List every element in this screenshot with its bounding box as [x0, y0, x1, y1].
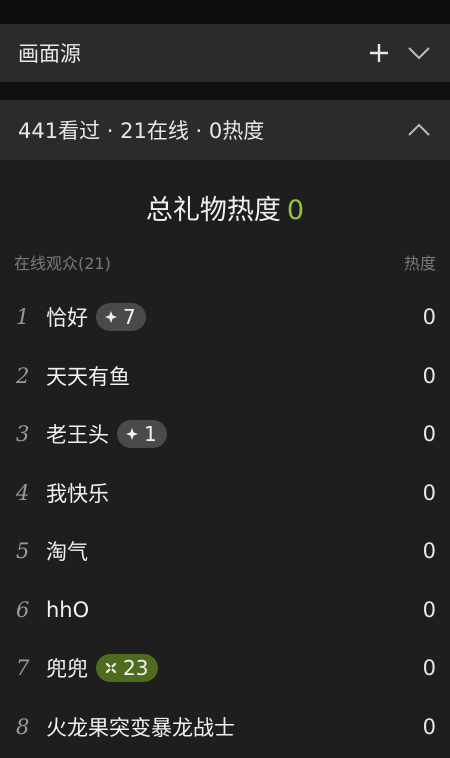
viewer-name[interactable]: 恰好 [46, 302, 88, 332]
viewer-heat: 0 [422, 480, 436, 505]
chevron-down-icon [408, 47, 430, 60]
gift-heat-label: 总礼物热度 [145, 195, 281, 226]
viewer-rank: 2 [16, 363, 30, 388]
viewer-heat: 0 [422, 597, 436, 622]
viewer-rank: 8 [16, 714, 30, 739]
viewer-name[interactable]: 兜兜 [46, 653, 88, 683]
plus-icon [370, 44, 388, 62]
gift-heat-value: 0 [286, 195, 305, 226]
collapse-stats-button[interactable] [406, 117, 432, 143]
list-item[interactable]: 5 淘气 0 [0, 522, 450, 581]
online-audience-header: 在线观众(21) [14, 254, 111, 273]
viewer-heat: 0 [422, 363, 436, 388]
list-item[interactable]: 3 老王头 1 0 [0, 405, 450, 464]
badge-level: 1 [144, 422, 157, 447]
list-item[interactable]: 1 恰好 7 0 [0, 288, 450, 347]
viewer-heat: 0 [422, 539, 436, 564]
viewer-rank: 3 [16, 422, 30, 447]
viewer-rank: 4 [16, 480, 30, 505]
viewer-name[interactable]: 天天有鱼 [46, 361, 130, 391]
audience-panel: 总礼物热度 0 在线观众(21) 热度 1 恰好 7 0 2 天天有鱼 0 3 老王头 1 0 4 我快乐… [0, 160, 450, 758]
viewer-heat: 0 [422, 305, 436, 330]
viewer-heat: 0 [422, 422, 436, 447]
heat-column-header: 热度 [403, 254, 436, 273]
list-item[interactable]: 8 火龙果突变暴龙战士 0 [0, 698, 450, 757]
viewer-heat: 0 [422, 714, 436, 739]
stats-summary: 441看过 · 21在线 · 0热度 [18, 119, 265, 143]
viewer-rank: 7 [16, 656, 30, 681]
expand-source-button[interactable] [406, 40, 432, 66]
stats-panel-header[interactable]: 441看过 · 21在线 · 0热度 [0, 100, 450, 160]
sparkle-cross-icon [105, 663, 117, 674]
add-source-button[interactable] [366, 40, 392, 66]
column-headers: 在线观众(21) 热度 [14, 250, 436, 274]
audience-list: 1 恰好 7 0 2 天天有鱼 0 3 老王头 1 0 4 我快乐 0 5 淘气 0 6 hhO 0 7 兜兜 23 0 8 火龙… [0, 288, 450, 756]
viewer-name[interactable]: 我快乐 [46, 478, 109, 508]
viewer-heat: 0 [422, 656, 436, 681]
source-panel-header[interactable]: 画面源 [0, 24, 450, 82]
viewer-rank: 5 [16, 539, 30, 564]
top-strip [0, 0, 450, 24]
sparkle-icon [126, 428, 138, 441]
fan-level-badge: 7 [96, 303, 146, 332]
source-panel-title: 画面源 [18, 42, 81, 66]
viewer-name[interactable]: hhO [46, 598, 89, 622]
chevron-up-icon [408, 123, 430, 136]
viewer-name[interactable]: 火龙果突变暴龙战士 [46, 712, 235, 742]
list-item[interactable]: 6 hhO 0 [0, 581, 450, 640]
fan-level-badge: 23 [96, 654, 159, 683]
list-item[interactable]: 2 天天有鱼 0 [0, 347, 450, 406]
list-item[interactable]: 4 我快乐 0 [0, 464, 450, 523]
list-item[interactable]: 7 兜兜 23 0 [0, 639, 450, 698]
badge-level: 7 [123, 305, 136, 330]
gift-heat-total: 总礼物热度 0 [0, 188, 450, 227]
viewer-rank: 1 [16, 305, 30, 330]
viewer-name[interactable]: 老王头 [46, 419, 109, 449]
sparkle-icon [105, 311, 117, 324]
fan-level-badge: 1 [117, 420, 167, 449]
badge-level: 23 [123, 656, 149, 681]
source-panel-actions [366, 40, 432, 66]
viewer-rank: 6 [16, 597, 30, 622]
viewer-name[interactable]: 淘气 [46, 536, 88, 566]
